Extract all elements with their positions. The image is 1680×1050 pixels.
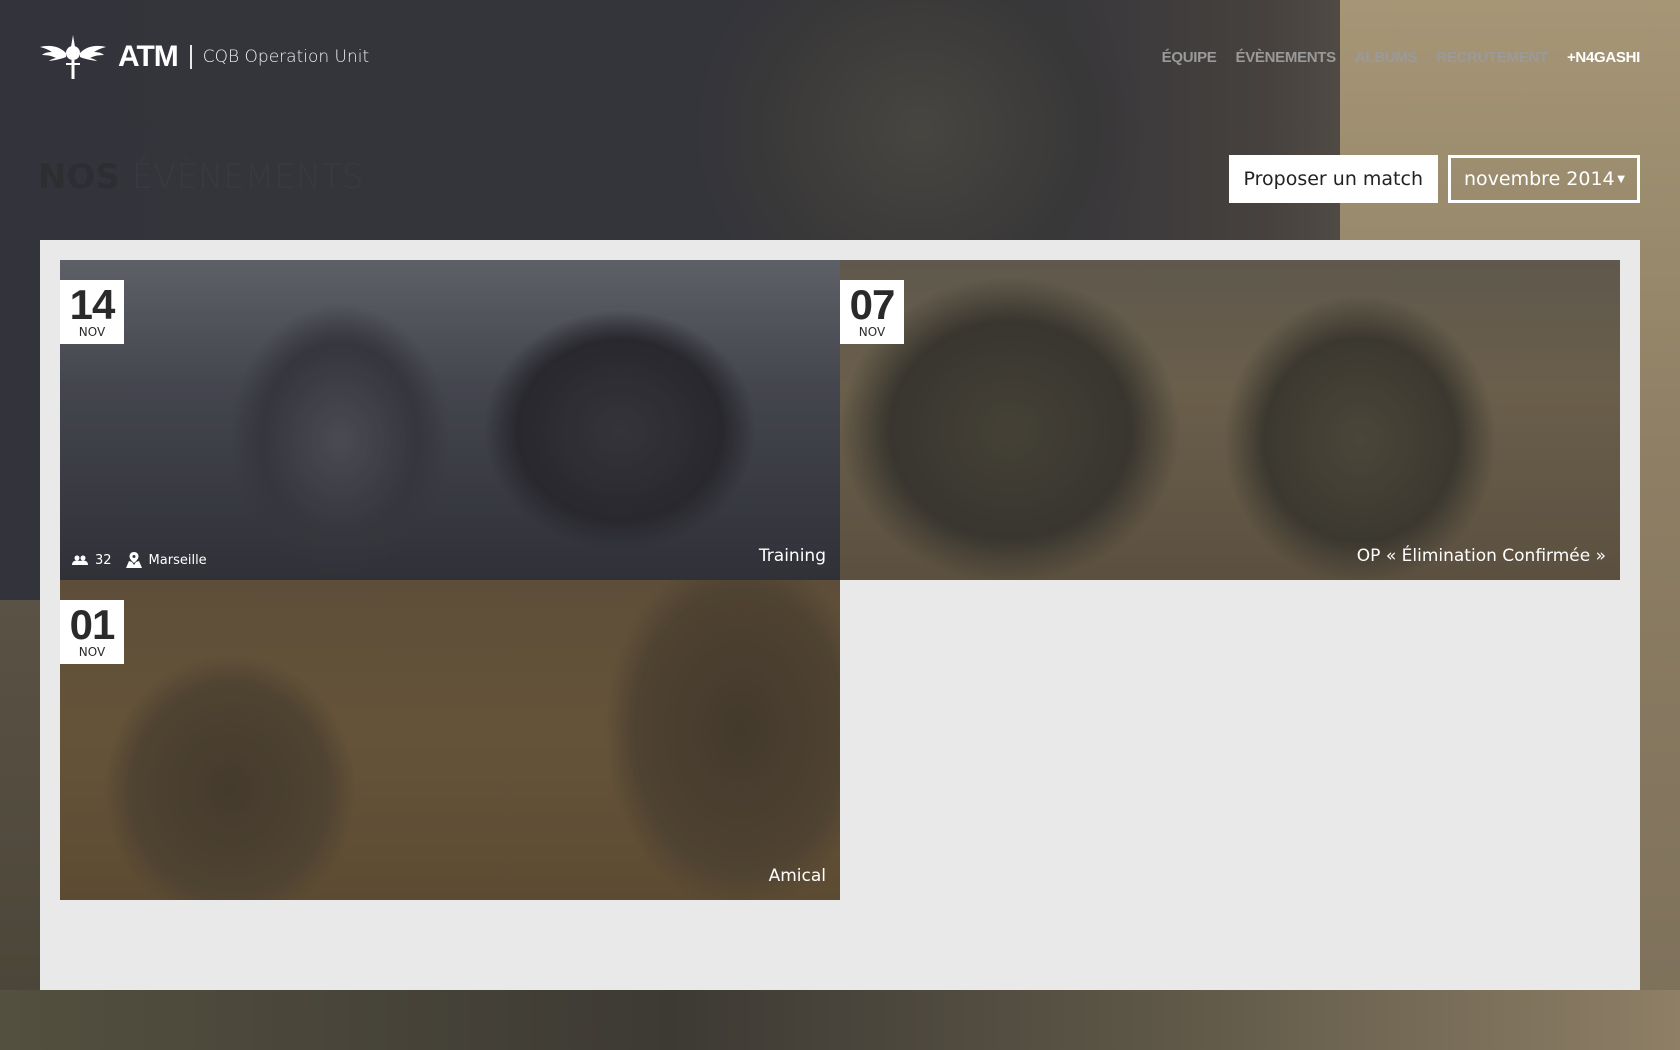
event-image-overlay [60,580,840,900]
event-title: OP « Élimination Confirmée » [1356,546,1606,566]
nav-item-albums[interactable]: Albums [1355,49,1418,66]
map-icon [125,552,142,568]
page-title: NOS ÉVÈNEMENTS [38,157,363,197]
nav-user-link[interactable]: +N4gashi [1567,49,1640,66]
event-date-day: 07 [849,280,896,328]
nav-item-evenements[interactable]: Évènements [1236,49,1337,66]
brand-separator [189,45,192,69]
background-bottom-band [0,990,1680,1050]
event-meta: 32 Marseille [72,552,207,568]
event-image-overlay [840,260,1620,580]
event-location: Marseille [148,552,207,568]
propose-match-button[interactable]: Proposer un match [1228,155,1438,203]
event-date: 01 NOV [60,600,124,664]
background-left-band [0,600,40,1050]
event-participants: 32 [95,552,112,568]
event-date: 14 NOV [60,280,124,344]
event-title: Amical [768,866,826,886]
event-image-overlay [60,260,840,580]
event-title: Training [758,546,826,566]
brand[interactable]: ATM CQB Operation Unit [40,33,369,81]
winged-dagger-logo-icon [40,35,106,79]
event-card[interactable]: 07 NOV OP « Élimination Confirmée » [840,260,1620,580]
chevron-down-icon: ▼ [1617,173,1625,185]
main-nav: Équipe Évènements Albums Recrutement +N4… [1162,49,1641,66]
event-date-month: NOV [78,644,106,659]
site-header: ATM CQB Operation Unit Équipe Évènements… [40,28,1640,86]
event-date-month: NOV [78,324,106,339]
event-card[interactable]: 14 NOV 32 Marseille Training [60,260,840,580]
brand-name: ATM [118,40,179,73]
page-title-bold: NOS [38,157,120,197]
event-date: 07 NOV [840,280,904,344]
month-select-value: novembre 2014 [1464,168,1615,190]
events-panel: 14 NOV 32 Marseille Training 07 NOV OP «… [40,240,1640,990]
event-date-day: 14 [69,280,116,328]
page-controls: Proposer un match novembre 2014 ▼ [1228,155,1640,203]
event-date-day: 01 [69,600,116,648]
event-card[interactable]: 01 NOV Amical [60,580,840,900]
page-title-light: ÉVÈNEMENTS [131,157,364,197]
brand-subtitle: CQB Operation Unit [202,47,370,67]
nav-item-equipe[interactable]: Équipe [1162,49,1217,66]
event-date-month: NOV [858,324,886,339]
nav-item-recrutement[interactable]: Recrutement [1436,49,1548,66]
users-icon [72,555,88,565]
month-select[interactable]: novembre 2014 ▼ [1448,155,1640,203]
